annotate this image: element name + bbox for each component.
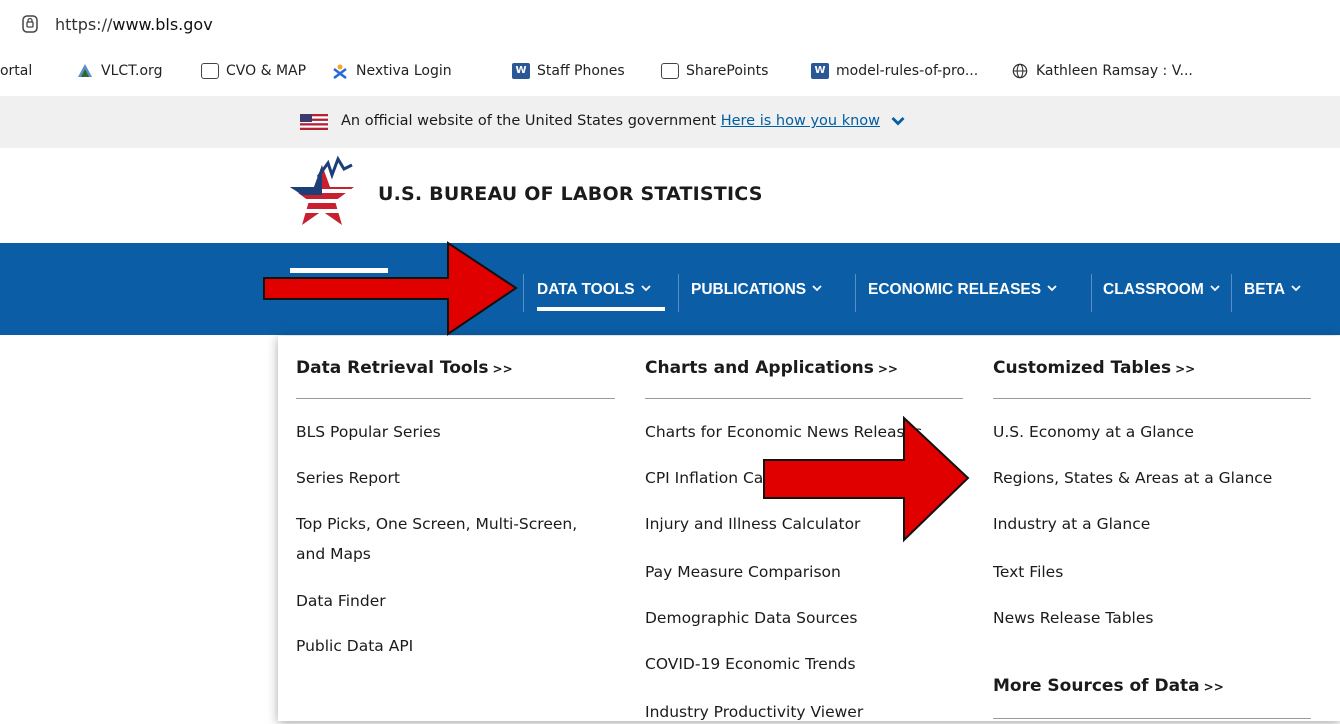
link-industry-glance[interactable]: Industry at a Glance [993,512,1150,536]
nav-divider [523,274,524,312]
chevron-down-icon [1047,285,1057,292]
link-public-data-api[interactable]: Public Data API [296,634,413,658]
bookmark-kathleen-ramsay[interactable]: Kathleen Ramsay : V... [1011,63,1193,79]
bookmark-staff-phones[interactable]: W Staff Phones [512,63,625,79]
url-text[interactable]: https://www.bls.gov [55,15,213,34]
heading-label: More Sources of Data [993,676,1200,696]
more-arrows: >> [1203,680,1224,694]
more-arrows: >> [492,362,513,376]
link-bls-popular-series[interactable]: BLS Popular Series [296,420,441,444]
bookmarks-bar: Portal VLCT.org CVO & MAP Nextiva Login … [0,50,1340,94]
bookmark-vlct[interactable]: VLCT.org [76,63,162,79]
folder-icon [661,63,679,79]
annotation-arrow-icon [763,416,970,543]
nav-divider [855,274,856,312]
bookmark-sharepoints[interactable]: SharePoints [661,63,768,79]
chevron-down-icon [812,285,822,292]
main-nav: DATA TOOLS PUBLICATIONS ECONOMIC RELEASE… [0,243,1340,335]
bookmark-label: model-rules-of-pro... [836,63,979,79]
site-info-icon[interactable] [22,15,38,33]
bookmark-label: Nextiva Login [356,63,452,79]
nav-divider [678,274,679,312]
link-demographic-data-sources[interactable]: Demographic Data Sources [645,606,857,630]
bookmark-label: VLCT.org [101,63,163,79]
nav-item-beta[interactable]: BETA [1244,281,1301,299]
divider [296,398,615,399]
chevron-down-icon [640,285,651,292]
heading-data-retrieval-tools[interactable]: Data Retrieval Tools >> [296,358,513,378]
bookmark-label: SharePoints [686,63,769,79]
globe-icon [1012,63,1028,79]
nav-item-label: ECONOMIC RELEASES [868,281,1042,298]
heading-more-sources[interactable]: More Sources of Data >> [993,676,1224,696]
nextiva-icon [333,64,347,79]
link-covid-economic-trends[interactable]: COVID-19 Economic Trends [645,652,856,676]
nav-item-label: CLASSROOM [1103,281,1204,298]
nav-divider [1091,274,1092,312]
divider [645,398,963,399]
heading-customized-tables[interactable]: Customized Tables >> [993,358,1195,378]
nav-item-publications[interactable]: PUBLICATIONS [691,281,822,299]
divider [993,398,1311,399]
link-top-picks[interactable]: Top Picks, One Screen, Multi-Screen, [296,512,577,536]
link-top-picks-cont[interactable]: and Maps [296,542,371,566]
link-text-files[interactable]: Text Files [993,560,1063,584]
heading-label: Customized Tables [993,358,1172,378]
word-icon: W [811,63,829,79]
bookmark-model-rules[interactable]: W model-rules-of-pro... [811,63,978,79]
nav-item-label: PUBLICATIONS [691,281,807,298]
nav-item-label: DATA TOOLS [537,281,635,298]
link-news-release-tables[interactable]: News Release Tables [993,606,1153,630]
folder-icon [201,63,219,79]
annotation-arrow-icon [263,241,518,336]
bookmark-label: Kathleen Ramsay : V... [1036,63,1193,79]
nav-item-label: BETA [1244,281,1286,298]
nav-item-data-tools[interactable]: DATA TOOLS [537,281,651,299]
heading-label: Data Retrieval Tools [296,358,489,378]
heading-charts-applications[interactable]: Charts and Applications >> [645,358,898,378]
official-gov-banner: An official website of the United States… [0,96,1340,148]
link-regions-states-areas[interactable]: Regions, States & Areas at a Glance [993,466,1272,490]
bookmark-label: Portal [0,63,33,79]
more-arrows: >> [1175,362,1196,376]
link-cpi-inflation-calculator[interactable]: CPI Inflation Ca [645,466,763,490]
banner-text: An official website of the United States… [341,113,717,129]
link-us-economy-glance[interactable]: U.S. Economy at a Glance [993,420,1194,444]
link-series-report[interactable]: Series Report [296,466,400,490]
us-flag-icon [300,114,328,130]
bookmark-label: Staff Phones [537,63,625,79]
nav-item-economic-releases[interactable]: ECONOMIC RELEASES [868,281,1057,299]
nav-item-classroom[interactable]: CLASSROOM [1103,281,1220,299]
vlct-logo-icon [78,64,92,77]
divider [993,718,1311,719]
chevron-down-icon[interactable] [891,116,905,126]
more-arrows: >> [877,362,898,376]
address-bar[interactable]: https://www.bls.gov [0,0,1340,50]
nav-divider [1231,274,1232,312]
bls-star-logo[interactable] [288,155,356,233]
agency-title[interactable]: U.S. BUREAU OF LABOR STATISTICS [378,183,763,205]
url-domain: www.bls.gov [112,15,213,34]
heading-label: Charts and Applications [645,358,874,378]
bookmark-cvo-map[interactable]: CVO & MAP [201,63,306,79]
link-industry-productivity-viewer[interactable]: Industry Productivity Viewer [645,700,863,724]
how-you-know-link[interactable]: Here is how you know [721,113,880,129]
link-data-finder[interactable]: Data Finder [296,589,386,613]
active-tab-indicator [537,307,665,311]
chevron-down-icon [1210,285,1220,292]
bookmark-portal[interactable]: Portal [0,63,32,79]
chevron-down-icon [1291,285,1301,292]
bookmark-label: CVO & MAP [226,63,307,79]
url-prefix: https:// [55,15,113,34]
bookmark-nextiva[interactable]: Nextiva Login [331,63,452,79]
word-icon: W [512,63,530,79]
link-pay-measure-comparison[interactable]: Pay Measure Comparison [645,560,841,584]
